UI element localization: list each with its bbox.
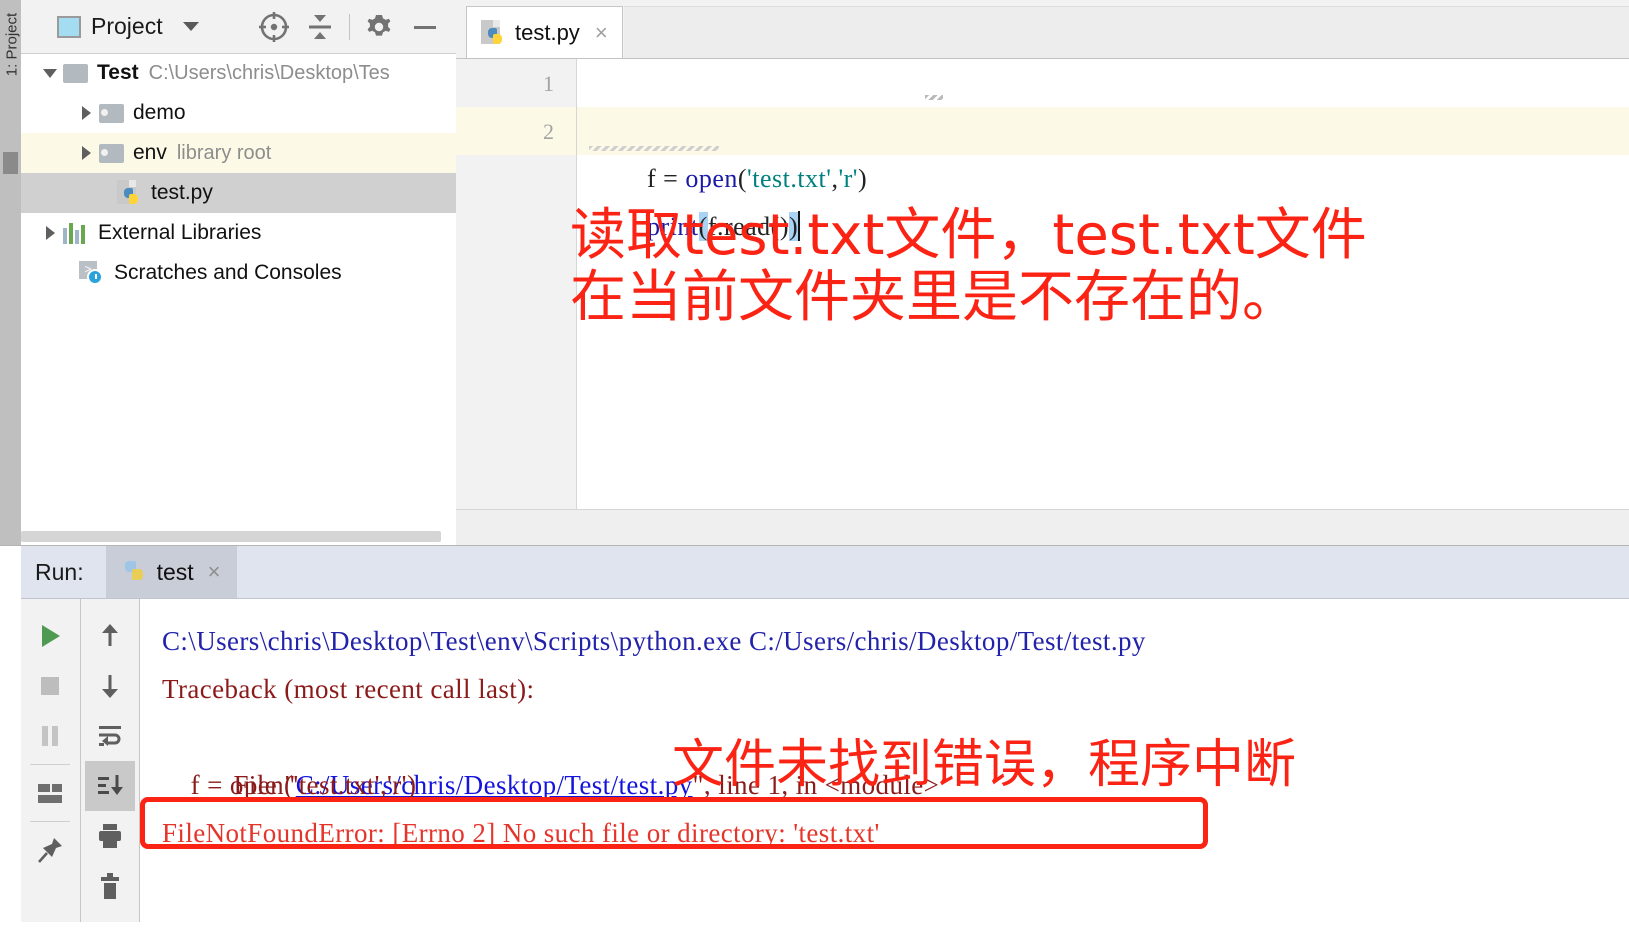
- folder-icon: [99, 143, 124, 163]
- pause-icon[interactable]: [25, 711, 75, 761]
- run-toolbar-column-left: [21, 599, 79, 922]
- scratches-icon: >: [79, 261, 105, 285]
- project-panel: Project Test C:\Users\chris\Desktop\Tes …: [21, 0, 457, 545]
- project-title-group[interactable]: Project: [57, 13, 199, 40]
- toolbar-divider: [349, 13, 350, 40]
- left-tool-strip: 1: Project: [0, 0, 22, 560]
- python-file-icon: [481, 19, 506, 46]
- layout-icon[interactable]: [25, 768, 75, 818]
- close-icon[interactable]: ×: [595, 20, 608, 46]
- run-toolbar: [21, 599, 140, 922]
- pin-icon[interactable]: [25, 825, 75, 875]
- editor-gutter[interactable]: 1 2: [456, 59, 577, 509]
- chevron-right-icon[interactable]: [73, 146, 99, 160]
- pycharm-window: 1: Project Project Test C:\Users\chris\D…: [0, 0, 1629, 922]
- tree-item-test[interactable]: Test C:\Users\chris\Desktop\Tes: [21, 53, 456, 93]
- toolbar-divider: [30, 821, 70, 822]
- tree-item-label: Test: [97, 61, 139, 84]
- chevron-right-icon[interactable]: [37, 226, 63, 240]
- project-title: Project: [91, 13, 163, 39]
- tree-item-external-libraries[interactable]: External Libraries: [21, 213, 456, 253]
- tree-item-label: External Libraries: [98, 221, 262, 244]
- toolbar-divider: [30, 764, 70, 765]
- editor-tabbar: test.py ×: [456, 0, 1629, 59]
- editor-tab-test-py[interactable]: test.py ×: [466, 6, 623, 58]
- run-tab-test[interactable]: test ×: [105, 546, 237, 598]
- annotation-error-note: 文件未找到错误，程序中断: [672, 735, 1297, 795]
- console-line-traceback: Traceback (most recent call last):: [162, 674, 535, 704]
- line-number: 1: [543, 71, 554, 96]
- project-toolbar-icons: [251, 7, 456, 47]
- code-line-1[interactable]: f = open('test.txt','r'): [577, 59, 943, 193]
- tree-item-label: test.py: [151, 181, 213, 204]
- folder-icon: [99, 103, 124, 123]
- run-panel: Run: test × C:\Users\chris\Desktop\Test\…: [0, 545, 1629, 922]
- chevron-down-icon[interactable]: [182, 22, 199, 31]
- annotation-editor-note: 读取test.txt文件，test.txt文件 在当前文件夹里是不存在的。: [570, 203, 1367, 330]
- tree-item-tag: library root: [176, 141, 272, 164]
- trash-icon[interactable]: [85, 861, 135, 911]
- inspection-squiggle: [925, 95, 943, 100]
- project-toolbar: Project: [21, 0, 456, 54]
- gutter-current-line-highlight: [456, 107, 576, 155]
- python-file-icon: [117, 180, 142, 206]
- editor-bottom-bar: [456, 509, 1629, 546]
- run-tab-label: test: [156, 558, 194, 585]
- tree-item-label: Scratches and Consoles: [114, 261, 342, 284]
- tabbar-filler: [624, 6, 1629, 59]
- tree-item-path: C:\Users\chris\Desktop\Tes: [148, 61, 390, 84]
- run-label: Run:: [35, 558, 84, 585]
- project-horizontal-scrollbar[interactable]: [21, 529, 441, 544]
- chevron-right-icon[interactable]: [73, 106, 99, 120]
- run-toolbar-column-right: [80, 599, 138, 922]
- python-run-icon: [122, 559, 147, 585]
- gear-icon[interactable]: [356, 7, 402, 47]
- stop-icon[interactable]: [25, 661, 75, 711]
- tree-item-label: env: [133, 141, 167, 164]
- tree-item-scratches[interactable]: > Scratches and Consoles: [21, 253, 456, 293]
- line-number: 2: [543, 119, 554, 144]
- sidebar-tab-project[interactable]: 1: Project: [4, 5, 21, 85]
- libraries-icon: [63, 222, 89, 244]
- collapse-all-icon[interactable]: [297, 7, 343, 47]
- print-icon[interactable]: [85, 811, 135, 861]
- arrow-up-icon[interactable]: [85, 611, 135, 661]
- code-line-2[interactable]: print(f.read()): [577, 107, 1629, 241]
- chevron-expanded-icon[interactable]: [37, 68, 63, 78]
- run-icon[interactable]: [25, 611, 75, 661]
- run-panel-header: Run: test ×: [21, 546, 1629, 599]
- minimize-icon[interactable]: [402, 7, 448, 47]
- project-tree: Test C:\Users\chris\Desktop\Tes demo env…: [21, 53, 456, 293]
- close-icon[interactable]: ×: [208, 559, 221, 585]
- scrollbar-thumb[interactable]: [21, 531, 441, 542]
- tree-item-test-py[interactable]: test.py: [21, 173, 456, 213]
- tree-item-label: demo: [133, 101, 186, 124]
- tree-item-demo[interactable]: demo: [21, 93, 456, 133]
- inspection-squiggle: [589, 146, 719, 151]
- strip-marker: [3, 152, 18, 174]
- folder-icon: [63, 63, 88, 83]
- error-highlight-box: [140, 797, 1208, 849]
- tree-item-env[interactable]: env library root: [21, 133, 456, 173]
- locate-icon[interactable]: [251, 7, 297, 47]
- arrow-down-icon[interactable]: [85, 661, 135, 711]
- console-line-command: C:\Users\chris\Desktop\Test\env\Scripts\…: [162, 626, 1146, 656]
- scroll-to-end-icon[interactable]: [84, 761, 135, 811]
- project-badge-icon: [57, 15, 81, 38]
- soft-wrap-icon[interactable]: [85, 711, 135, 761]
- editor-tab-label: test.py: [515, 19, 580, 45]
